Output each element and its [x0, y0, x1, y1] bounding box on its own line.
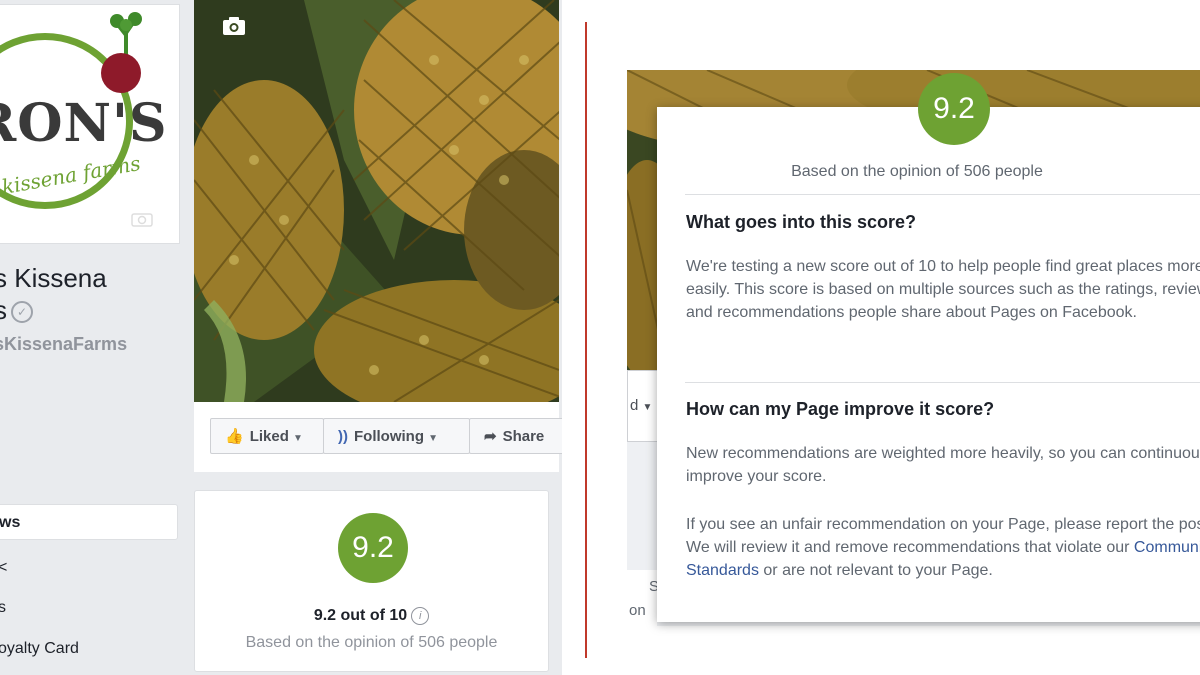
page-action-bar: 👍 Liked ▼ )) Following ▼ ➦ Share: [194, 402, 562, 472]
score-badge: 9.2: [918, 73, 990, 145]
nav-item-3[interactable]: s: [0, 590, 178, 626]
cover-photo[interactable]: [194, 0, 559, 402]
divider: [685, 382, 1200, 383]
score-card: 9.2 9.2 out of 10 i Based on the opinion …: [194, 490, 549, 672]
profile-picture[interactable]: RON'S kissena farms: [0, 4, 180, 244]
divider: [685, 194, 1200, 195]
verified-check-icon: ✓: [11, 301, 33, 324]
score-summary: 9.2 out of 10 i: [195, 607, 548, 625]
nav-item-2[interactable]: <: [0, 550, 178, 586]
left-screenshot: RON'S kissena farms s Kissena s✓ sKissen…: [0, 0, 562, 675]
liked-label: Liked: [249, 428, 289, 445]
page-handle[interactable]: sKissenaFarms: [0, 334, 127, 355]
nav-item-label: <: [0, 559, 8, 576]
beet-leaf-icon: [110, 12, 142, 57]
section-text-score-inputs: We're testing a new score out of 10 to h…: [686, 258, 1200, 321]
thumbs-up-icon: 👍: [225, 428, 244, 445]
score-summary-text: 9.2 out of 10: [313, 607, 408, 625]
page-title-line2: s: [0, 295, 7, 325]
rss-icon: )): [338, 428, 348, 445]
chevron-down-icon: ▼: [428, 433, 439, 444]
score-badge: 9.2: [338, 513, 408, 583]
pineapple-photo: [194, 0, 559, 402]
share-arrow-icon: ➦: [484, 428, 497, 445]
camera-icon[interactable]: [131, 211, 153, 227]
score-based-on: Based on the opinion of 506 people: [791, 163, 1043, 180]
camera-icon[interactable]: [222, 16, 246, 36]
section-title-improve-score: How can my Page improve it score?: [686, 399, 995, 419]
card-fragment-label-b: on: [629, 602, 646, 619]
section-title-score-inputs: What goes into this score?: [686, 212, 917, 232]
report-text-before: If you see an unfair recommendation on y…: [686, 516, 1200, 556]
following-button[interactable]: )) Following ▼: [323, 418, 470, 454]
nav-item-reviews[interactable]: ws: [0, 504, 178, 540]
report-text-after: or are not relevant to your Page.: [763, 562, 993, 579]
score-based-on: Based on the opinion of 506 people: [245, 634, 498, 651]
card-fragment: S on: [627, 570, 659, 626]
info-icon[interactable]: i: [411, 607, 430, 625]
page-title: s Kissena s ✓: [0, 262, 107, 326]
divider-line: [585, 22, 587, 658]
share-button[interactable]: ➦ Share: [469, 418, 562, 454]
chevron-down-icon: ▼: [642, 402, 653, 413]
share-label: Share: [502, 428, 545, 445]
chevron-down-icon: ▼: [293, 433, 303, 444]
nav-item-loyalty-card[interactable]: oyalty Card: [0, 631, 178, 667]
dropdown-fragment: d ▼: [627, 370, 661, 442]
liked-button[interactable]: 👍 Liked ▼: [210, 418, 324, 454]
beet-icon: [101, 53, 141, 93]
following-label: Following: [354, 428, 424, 445]
page-title-line1: s Kissena: [0, 263, 107, 293]
section-text-report: If you see an unfair recommendation on y…: [686, 513, 1200, 582]
nav-item-label: oyalty Card: [0, 640, 79, 657]
nav-item-label: s: [0, 599, 6, 616]
logo-main-text: RON'S: [0, 93, 168, 154]
dropdown-fragment-label: d: [630, 397, 639, 414]
section-text-improve-score: New recommendations are weighted more he…: [686, 445, 1200, 485]
nav-item-label: ws: [0, 514, 21, 531]
score-info-dialog: 9.2 Based on the opinion of 506 people W…: [657, 73, 1200, 622]
